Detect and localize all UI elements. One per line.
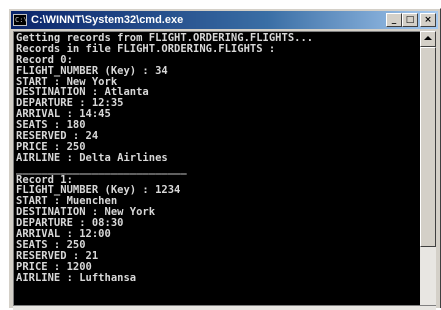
maximize-button[interactable]: □	[402, 13, 418, 27]
cmd-app-icon[interactable]: C:\	[13, 14, 27, 26]
scroll-up-button[interactable]	[420, 31, 436, 47]
console-separator-line: ___________________________	[16, 162, 187, 175]
console-line: PRICE : 1200	[16, 260, 92, 273]
vertical-scrollbar[interactable]	[420, 31, 436, 305]
title-bar-buttons: _ □ ×	[386, 13, 436, 27]
scrollbar-thumb[interactable]	[420, 47, 436, 247]
arrow-up-icon	[424, 36, 432, 40]
close-button[interactable]: ×	[420, 13, 436, 27]
console-line: Records in file FLIGHT.ORDERING.FLIGHTS …	[16, 42, 276, 55]
console-line: AIRLINE : Lufthansa	[16, 271, 137, 284]
cmd-window: C:\ C:\WINNT\System32\cmd.exe _ □ × Gett…	[8, 8, 441, 310]
minimize-button[interactable]: _	[386, 13, 402, 27]
title-bar[interactable]: C:\ C:\WINNT\System32\cmd.exe _ □ ×	[11, 11, 438, 29]
console-line: FLIGHT_NUMBER (Key) : 34	[16, 64, 168, 77]
window-title: C:\WINNT\System32\cmd.exe	[31, 14, 184, 26]
console-output[interactable]: Getting records from FLIGHT.ORDERING.FLI…	[13, 31, 420, 306]
console-lines: Getting records from FLIGHT.ORDERING.FLI…	[14, 32, 420, 283]
